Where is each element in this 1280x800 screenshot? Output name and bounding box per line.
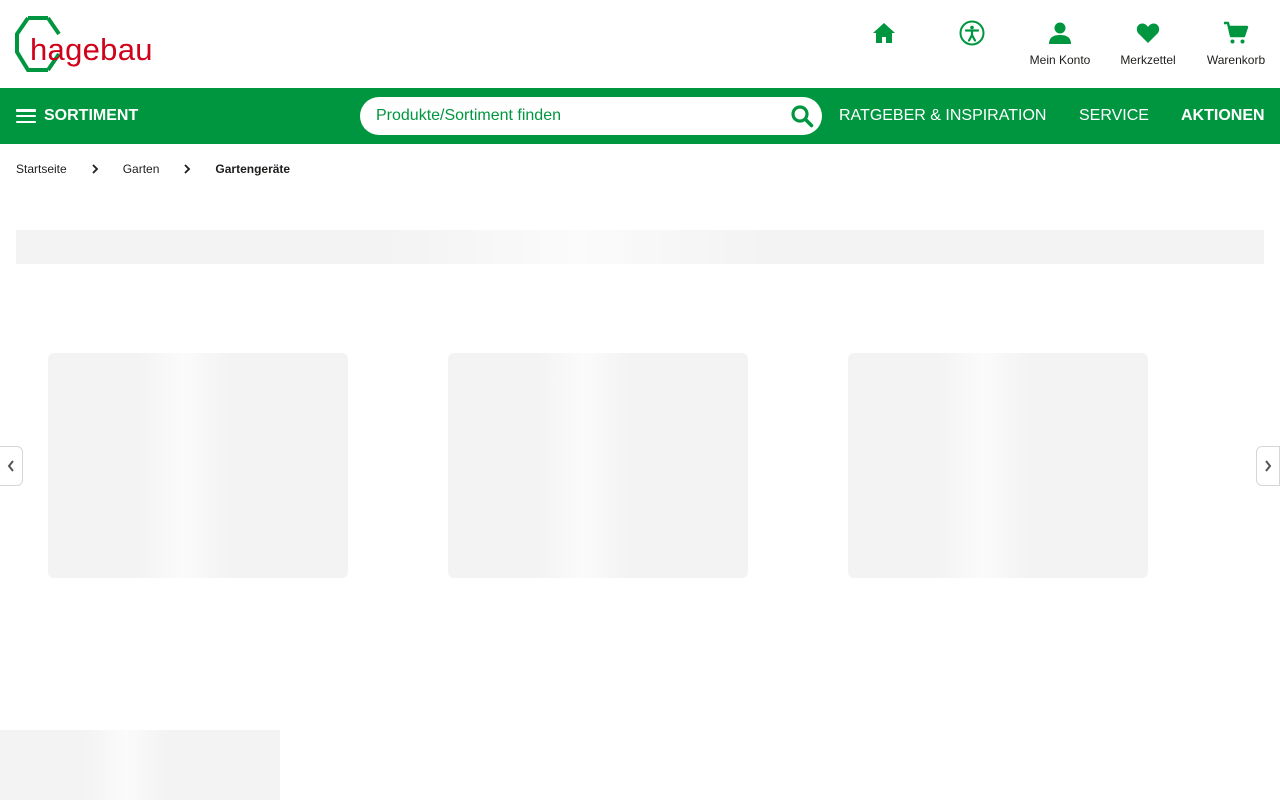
chevron-right-icon: [92, 164, 98, 174]
site-header: hagebau Mein Konto Merkzettel Warenkorb: [0, 0, 1280, 88]
my-account-button[interactable]: Mein Konto: [1030, 18, 1090, 67]
search-input[interactable]: [360, 107, 770, 125]
sortiment-menu-button[interactable]: SORTIMENT: [16, 88, 138, 144]
user-icon: [1045, 18, 1075, 48]
breadcrumb-item-startseite[interactable]: Startseite: [16, 162, 67, 176]
loading-placeholder-banner: [16, 230, 1264, 264]
wishlist-button[interactable]: Merkzettel: [1118, 18, 1178, 67]
breadcrumb-item-current: Gartengeräte: [215, 162, 291, 176]
chevron-right-icon: [184, 164, 191, 174]
hagebau-logo[interactable]: hagebau: [14, 14, 174, 74]
accessibility-icon: [957, 18, 987, 48]
carousel-next-button[interactable]: [1256, 446, 1280, 486]
breadcrumb-item-garten[interactable]: Garten: [123, 162, 160, 176]
hamburger-icon: [16, 109, 36, 123]
home-button[interactable]: [869, 18, 899, 48]
loading-placeholder-block: [0, 730, 280, 800]
loading-placeholder-card: [848, 353, 1148, 578]
my-account-label: Mein Konto: [1029, 53, 1091, 67]
carousel-prev-button[interactable]: [0, 446, 23, 486]
loading-placeholder-card: [448, 353, 748, 578]
chevron-right-icon: [1265, 460, 1272, 472]
search-bar: [360, 97, 822, 135]
chevron-left-icon: [7, 460, 14, 472]
cart-icon: [1221, 18, 1251, 48]
main-navigation: SORTIMENT RATGEBER & INSPIRATION SERVICE…: [0, 88, 1280, 144]
loading-placeholder-card: [48, 353, 348, 578]
wishlist-label: Merkzettel: [1120, 53, 1176, 67]
home-icon: [869, 18, 899, 48]
nav-link-ratgeber[interactable]: RATGEBER & INSPIRATION: [839, 88, 1046, 144]
nav-link-aktionen[interactable]: AKTIONEN: [1181, 88, 1265, 144]
cart-label: Warenkorb: [1206, 53, 1266, 67]
breadcrumb: Startseite Garten Gartengeräte: [16, 160, 290, 178]
accessibility-button[interactable]: [957, 18, 987, 48]
cart-button[interactable]: Warenkorb: [1206, 18, 1266, 67]
sortiment-label: SORTIMENT: [44, 107, 139, 124]
heart-icon: [1133, 18, 1163, 48]
search-icon: [791, 105, 814, 128]
nav-link-service[interactable]: SERVICE: [1079, 88, 1149, 144]
search-button[interactable]: [790, 104, 814, 128]
logo-wordmark: hagebau: [30, 32, 153, 67]
